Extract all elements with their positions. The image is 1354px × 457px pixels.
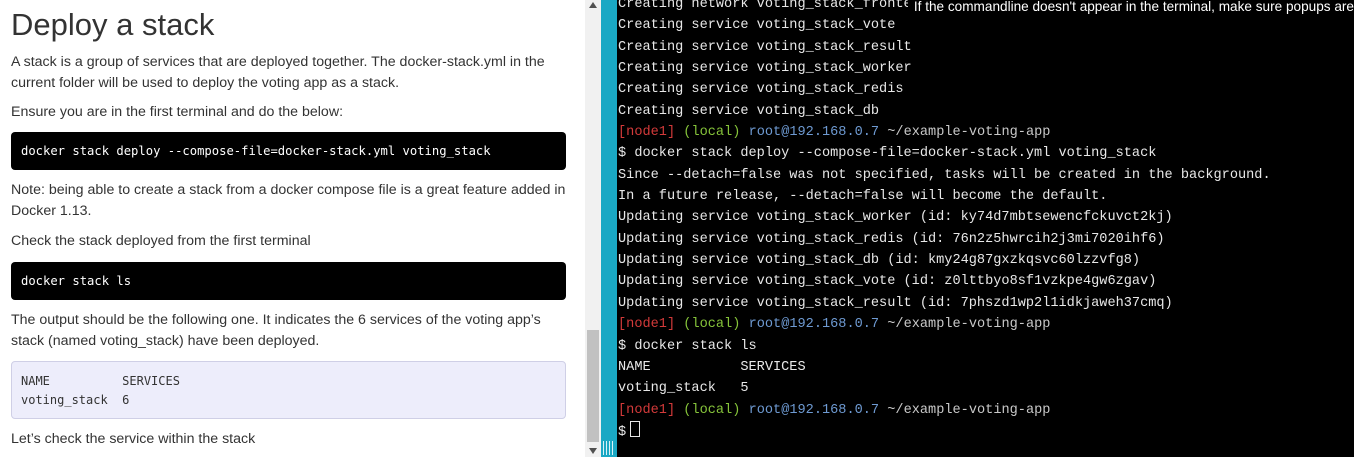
- deploy-command-text: docker stack deploy --compose-file=docke…: [21, 144, 491, 158]
- check-paragraph: Check the stack deployed from the first …: [11, 233, 311, 249]
- deploy-command-block[interactable]: docker stack deploy --compose-file=docke…: [11, 132, 566, 170]
- terminal-line: Creating service voting_stack_db: [618, 103, 880, 119]
- prompt-local: (local): [683, 402, 741, 418]
- terminal-line: Creating service voting_stack_result: [618, 39, 912, 55]
- terminal-line: NAME SERVICES: [618, 359, 806, 375]
- prompt-node: [node1]: [618, 402, 676, 418]
- pane-resize-divider[interactable]: [601, 0, 617, 457]
- terminal-line: Updating service voting_stack_result (id…: [618, 295, 1173, 311]
- prompt-user-host: root@192.168.0.7: [748, 402, 880, 418]
- prompt-symbol: $: [618, 424, 627, 440]
- tutorial-pane: Deploy a stack A stack is a group of ser…: [0, 0, 585, 457]
- prompt-user-host: root@192.168.0.7: [748, 125, 880, 141]
- prompt-path: ~/example-voting-app: [887, 402, 1051, 418]
- ls-command-block[interactable]: docker stack ls: [11, 262, 566, 300]
- ensure-paragraph: Ensure you are in the first terminal and…: [11, 104, 344, 120]
- page-title: Deploy a stack: [11, 7, 215, 42]
- terminal-prompt: [node1] (local) root@192.168.0.7 ~/examp…: [618, 314, 1271, 335]
- terminal-line: voting_stack 5: [618, 381, 749, 397]
- terminal-line: Updating service voting_stack_vote (id: …: [618, 274, 1157, 290]
- scroll-down-arrow-icon[interactable]: [589, 448, 597, 454]
- terminal-line: Updating service voting_stack_worker (id…: [618, 210, 1173, 226]
- output-table-block: NAME SERVICES voting_stack 6: [11, 361, 566, 419]
- next-paragraph: Let’s check the service within the stack: [11, 431, 256, 447]
- prompt-user-host: root@192.168.0.7: [748, 317, 880, 333]
- terminal-line: Creating service voting_stack_redis: [618, 82, 904, 98]
- scroll-up-arrow-icon[interactable]: [589, 2, 597, 8]
- terminal-prompt: [node1] (local) root@192.168.0.7 ~/examp…: [618, 122, 1271, 143]
- terminal-line: Creating service voting_stack_worker: [618, 61, 912, 77]
- popup-notice: If the commandline doesn't appear in the…: [907, 0, 1354, 15]
- scrollbar-thumb[interactable]: [587, 330, 599, 442]
- terminal-line: Since --detach=false was not specified, …: [618, 167, 1271, 183]
- prompt-local: (local): [683, 125, 741, 141]
- prompt-path: ~/example-voting-app: [887, 125, 1051, 141]
- ls-command-text: docker stack ls: [21, 274, 132, 288]
- terminal-input-line[interactable]: $: [618, 420, 1271, 442]
- output-paragraph: The output should be the following one. …: [11, 312, 541, 349]
- output-table-row: voting_stack 6: [21, 393, 130, 407]
- note-paragraph: Note: being able to create a stack from …: [11, 182, 566, 219]
- terminal-prompt: [node1] (local) root@192.168.0.7 ~/examp…: [618, 400, 1271, 421]
- terminal-line: Updating service voting_stack_redis (id:…: [618, 231, 1165, 247]
- terminal[interactable]: Creating network voting_stack_frontend C…: [617, 0, 1354, 457]
- resize-grip-icon[interactable]: [603, 441, 615, 455]
- terminal-line: $ docker stack deploy --compose-file=doc…: [618, 146, 1157, 162]
- terminal-line: In a future release, --detach=false will…: [618, 189, 1108, 205]
- prompt-node: [node1]: [618, 317, 676, 333]
- prompt-path: ~/example-voting-app: [887, 317, 1051, 333]
- left-pane-scrollbar[interactable]: [585, 0, 601, 457]
- output-table-header: NAME SERVICES: [21, 374, 180, 388]
- terminal-line: Creating service voting_stack_vote: [618, 18, 896, 34]
- prompt-node: [node1]: [618, 125, 676, 141]
- terminal-line: Updating service voting_stack_db (id: km…: [618, 253, 1141, 269]
- terminal-line: $ docker stack ls: [618, 338, 757, 354]
- prompt-local: (local): [683, 317, 741, 333]
- intro-paragraph: A stack is a group of services that are …: [11, 54, 545, 91]
- terminal-output: Creating network voting_stack_frontend C…: [618, 0, 1271, 442]
- terminal-cursor: [630, 420, 641, 437]
